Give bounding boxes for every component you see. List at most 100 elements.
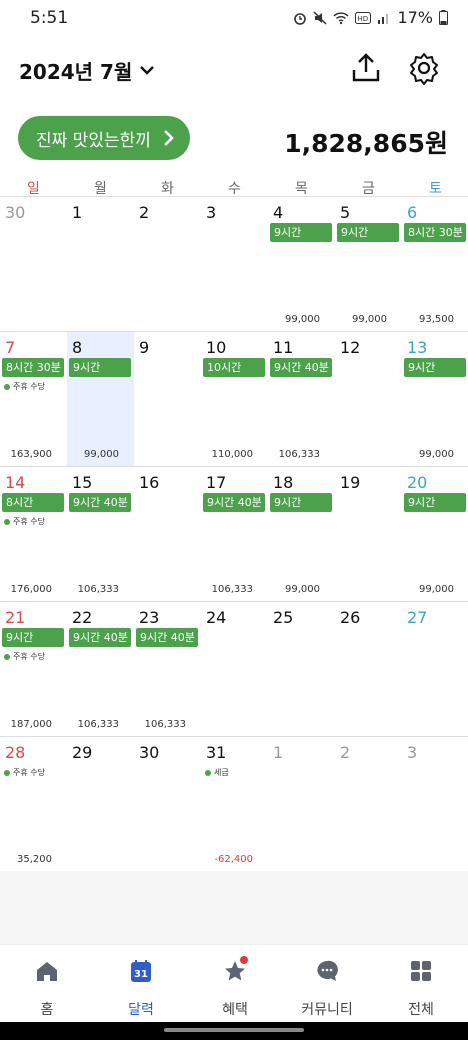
day-cell[interactable]: 16 [134, 467, 201, 602]
settings-gear-icon[interactable] [406, 50, 442, 86]
day-note: 세금 [205, 767, 229, 778]
battery-icon [439, 10, 448, 25]
nav-benefits-label: 혜택 [222, 1002, 248, 1018]
workplace-button[interactable]: 진짜 맛있는한끼 [18, 116, 190, 160]
day-cell[interactable]: 12 [335, 332, 402, 467]
alarm-icon [294, 12, 307, 25]
day-cell[interactable]: 14 8시간 주휴 수당 176,000 [0, 467, 67, 602]
day-number: 21 [5, 608, 26, 627]
month-selector[interactable]: 2024년 7월 [19, 56, 155, 85]
day-amount: 106,333 [278, 449, 320, 460]
day-number: 30 [5, 203, 26, 222]
day-note: 주휴 수당 [4, 516, 45, 527]
work-hours-badge[interactable]: 9시간 [270, 493, 332, 512]
day-cell[interactable]: 28 주휴 수당 35,200 [0, 737, 67, 872]
work-hours-badge[interactable]: 9시간 40분 [270, 358, 332, 377]
day-number: 2 [340, 743, 351, 762]
day-note-label: 세금 [214, 768, 229, 777]
calendar-grid: 30 1 2 3 4 9시간 99,000 5 9시간 99,000 6 8시간 30분 93,500 7… [0, 196, 468, 871]
note-dot-icon [4, 769, 10, 776]
day-cell[interactable]: 29 [67, 737, 134, 872]
day-number: 26 [340, 608, 361, 627]
day-number: 3 [407, 743, 418, 762]
note-dot-icon [4, 383, 10, 390]
svg-text:HD: HD [358, 15, 369, 23]
day-amount: 106,333 [77, 584, 119, 595]
day-number: 29 [72, 743, 93, 762]
day-cell[interactable]: 3 [201, 197, 268, 332]
note-dot-icon [4, 653, 10, 660]
work-hours-badge[interactable]: 9시간 [69, 358, 131, 377]
day-cell[interactable]: 11 9시간 40분 106,333 [268, 332, 335, 467]
day-cell[interactable]: 1 [67, 197, 134, 332]
day-cell[interactable]: 20 9시간 99,000 [402, 467, 468, 602]
share-icon[interactable] [348, 50, 384, 86]
day-cell[interactable]: 2 [134, 197, 201, 332]
mute-icon [313, 10, 327, 25]
day-amount: 106,333 [211, 584, 253, 595]
day-cell[interactable]: 27 [402, 602, 468, 737]
day-cell[interactable]: 8 9시간 99,000 [67, 332, 134, 467]
day-number: 6 [407, 203, 418, 222]
week-row: 7 8시간 30분 주휴 수당 163,900 8 9시간 99,000 9 10 10시간 110… [0, 331, 468, 467]
work-hours-badge[interactable]: 9시간 [2, 628, 64, 647]
work-hours-badge[interactable]: 9시간 40분 [203, 493, 265, 512]
day-cell[interactable]: 5 9시간 99,000 [335, 197, 402, 332]
calendar-icon: 31 [131, 960, 151, 982]
work-hours-badge[interactable]: 10시간 [203, 358, 265, 377]
work-hours-badge[interactable]: 9시간 [337, 223, 399, 242]
day-cell[interactable]: 25 [268, 602, 335, 737]
home-indicator[interactable] [164, 1028, 304, 1032]
day-cell[interactable]: 13 9시간 99,000 [402, 332, 468, 467]
work-hours-badge[interactable]: 9시간 [404, 358, 466, 377]
day-cell[interactable]: 10 10시간 110,000 [201, 332, 268, 467]
day-cell[interactable]: 30 [0, 197, 67, 332]
week-row: 28 주휴 수당 35,200 29 30 31 세금 -62,400 1 2 3 [0, 736, 468, 872]
week-row: 14 8시간 주휴 수당 176,000 15 9시간 40분 106,333 16 17 9시간… [0, 466, 468, 602]
day-note: 주휴 수당 [4, 651, 45, 662]
day-amount: 106,333 [144, 719, 186, 730]
work-hours-badge[interactable]: 9시간 40분 [136, 628, 198, 647]
work-hours-badge[interactable]: 9시간 40분 [69, 493, 131, 512]
day-cell[interactable]: 4 9시간 99,000 [268, 197, 335, 332]
day-cell[interactable]: 30 [134, 737, 201, 872]
day-cell[interactable]: 18 9시간 99,000 [268, 467, 335, 602]
chat-icon [317, 960, 338, 981]
work-hours-badge[interactable]: 8시간 30분 [2, 358, 64, 377]
weekday-label: 토 [429, 181, 442, 197]
day-cell[interactable]: 15 9시간 40분 106,333 [67, 467, 134, 602]
work-hours-badge[interactable]: 9시간 40분 [69, 628, 131, 647]
day-amount: 110,000 [211, 449, 253, 460]
weekday-label: 화 [161, 181, 174, 197]
day-cell[interactable]: 31 세금 -62,400 [201, 737, 268, 872]
day-cell[interactable]: 2 [335, 737, 402, 872]
day-cell[interactable]: 1 [268, 737, 335, 872]
day-cell[interactable]: 19 [335, 467, 402, 602]
day-cell[interactable]: 24 [201, 602, 268, 737]
day-cell[interactable]: 23 9시간 40분 106,333 [134, 602, 201, 737]
day-cell[interactable]: 9 [134, 332, 201, 467]
day-amount: 99,000 [419, 449, 454, 460]
day-number: 31 [206, 743, 227, 762]
calendar-header: 2024년 7월 [0, 44, 468, 94]
day-cell[interactable]: 17 9시간 40분 106,333 [201, 467, 268, 602]
weekday-label: 월 [94, 181, 107, 197]
work-hours-badge[interactable]: 9시간 [270, 223, 332, 242]
work-hours-badge[interactable]: 8시간 30분 [404, 223, 466, 242]
nav-home-label: 홈 [40, 1002, 54, 1018]
work-hours-badge[interactable]: 8시간 [2, 493, 64, 512]
svg-text:31: 31 [134, 969, 148, 980]
nav-calendar-label: 달력 [128, 1002, 154, 1018]
day-cell[interactable]: 7 8시간 30분 주휴 수당 163,900 [0, 332, 67, 467]
weekday-label: 일 [27, 181, 40, 197]
day-cell[interactable]: 22 9시간 40분 106,333 [67, 602, 134, 737]
day-cell[interactable]: 21 9시간주휴 수당 187,000 [0, 602, 67, 737]
work-hours-badge[interactable]: 9시간 [404, 493, 466, 512]
day-cell[interactable]: 6 8시간 30분 93,500 [402, 197, 468, 332]
day-amount: 187,000 [10, 719, 52, 730]
day-cell[interactable]: 3 [402, 737, 468, 872]
note-dot-icon [205, 769, 211, 776]
hd-icon: HD [355, 11, 372, 24]
day-amount: 93,500 [419, 314, 454, 325]
day-cell[interactable]: 26 [335, 602, 402, 737]
